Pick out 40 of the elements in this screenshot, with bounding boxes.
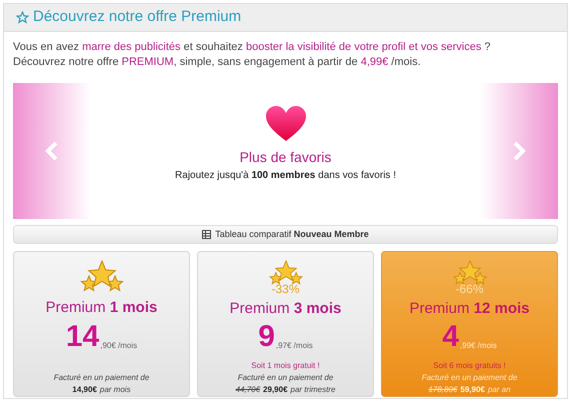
plan-card[interactable]: -33% Premium 3 mois 9,97€ /mois Soit 1 mois gratuit ! Facturé en un paiement de 44,70€ 29,90€ par trimestre: [197, 251, 374, 397]
previous-button[interactable]: [13, 83, 91, 219]
free-months-text: Soit 6 mois gratuits !: [433, 360, 506, 372]
billing-text: Facturé en un paiement de: [422, 372, 518, 384]
carousel-title: Plus de favoris: [240, 148, 332, 167]
free-months-text: Soit 1 mois gratuit !: [251, 360, 320, 372]
new-price: 59,90€: [460, 384, 485, 396]
carousel-text: Rajoutez jusqu'à 100 membres dans vos favoris !: [175, 169, 396, 183]
intro-text: Découvrez notre offre PREMIUM, simple, sans engagement à partir de 4,99€ /mois.: [13, 55, 422, 70]
new-price: 29,90€: [263, 384, 288, 396]
chevron-left-icon: [45, 140, 59, 162]
plan-name: Premium 1 mois: [46, 298, 158, 318]
billing-period: par trimestre: [290, 384, 336, 396]
stars-icon: [80, 260, 124, 294]
star-icon: [16, 11, 29, 24]
price-detail: ,90€ /mois: [100, 340, 138, 352]
billing-text: Facturé en un paiement de: [238, 372, 334, 384]
plan-name: Premium 3 mois: [230, 298, 342, 318]
billing-period: par mois: [100, 384, 131, 396]
price-detail: ,99€ /mois: [460, 340, 497, 352]
price-amount: 14: [66, 322, 100, 352]
discount-label: -33%: [271, 282, 300, 294]
compare-button[interactable]: Tableau comparatif Nouveau Membre: [13, 225, 558, 244]
old-price: 178,80€: [428, 384, 458, 396]
billing-text: Facturé en un paiement de: [54, 372, 150, 384]
panel-title: Découvrez notre offre Premium: [33, 7, 242, 28]
heart-icon: [264, 105, 306, 143]
price-amount: 4: [442, 322, 459, 352]
intro-text: Vous en avez marre des publicités et souhaitez booster la visibilité de votre profil et vos services ?: [13, 40, 492, 55]
next-button[interactable]: [480, 83, 558, 219]
chevron-right-icon: [512, 140, 526, 162]
plan-name: Premium 12 mois: [409, 298, 530, 318]
billing-period: par an: [488, 384, 511, 396]
table-icon: [202, 230, 212, 239]
price-detail: ,97€ /mois: [276, 340, 313, 352]
price-amount: 9: [258, 322, 275, 352]
old-price: 44,70€: [236, 384, 260, 396]
new-price: 14,90€: [72, 384, 97, 396]
discount-label: -66%: [455, 282, 484, 294]
plan-card[interactable]: Premium 1 mois 14,90€ /mois Facturé en un paiement de 14,90€ par mois: [13, 251, 190, 397]
